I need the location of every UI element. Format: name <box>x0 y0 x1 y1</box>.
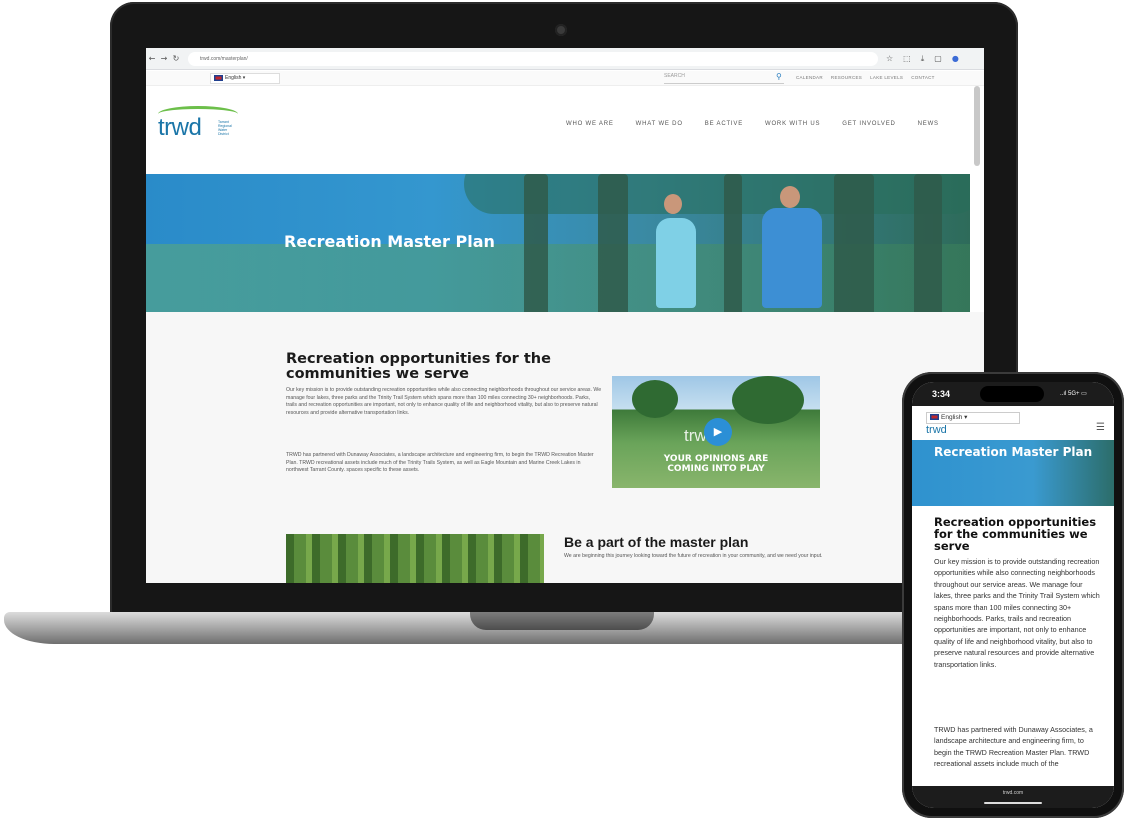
video-caption-line: COMING INTO PLAY <box>667 464 765 474</box>
signal-battery-icon: ..ıl 5G+ ▭ <box>1060 391 1087 397</box>
video-caption-line: YOUR OPINIONS ARE <box>663 454 769 464</box>
hero-tree-trunk <box>598 174 628 312</box>
search-input[interactable]: SEARCH <box>664 73 784 84</box>
laptop-screen: ← → ↻ trwd.com/masterplan/ ☆ ⬚ ⤓ ▢ ● Eng… <box>146 48 984 583</box>
language-label: English <box>225 75 242 81</box>
content-paragraph: TRWD has partnered with Dunaway Associat… <box>286 452 594 474</box>
bookmark-star-icon[interactable]: ☆ <box>886 54 893 64</box>
search-icon[interactable]: ⚲ <box>776 72 782 81</box>
play-icon[interactable]: ▶ <box>704 418 732 446</box>
video-caption: YOUR OPINIONS ARE COMING INTO PLAY <box>612 454 820 474</box>
hero-tree-trunk <box>524 174 548 312</box>
hero-banner: Recreation Master Plan <box>146 174 970 312</box>
video-tree <box>632 380 678 418</box>
phone-time: 3:34 <box>932 389 951 399</box>
phone-heading: Recreation opportunities for the communi… <box>934 515 1097 553</box>
utility-link-resources[interactable]: RESOURCES <box>831 75 862 80</box>
hero-tree-trunk <box>834 174 874 312</box>
phone-screen: 3:34 ..ıl 5G+ ▭ English ▾ trwd ☰ Recreat… <box>912 382 1114 808</box>
nav-news[interactable]: NEWS <box>918 121 939 127</box>
content-paragraph: Our key mission is to provide outstandin… <box>286 387 602 416</box>
part-heading: Be a part of the master plan <box>564 534 749 550</box>
content-section: Recreation opportunities for the communi… <box>146 312 984 583</box>
phone-logo[interactable]: trwd <box>926 424 947 436</box>
download-icon[interactable]: ⤓ <box>921 54 925 64</box>
phone-url-bar[interactable]: trwd.com <box>912 786 1114 808</box>
home-indicator <box>984 802 1042 804</box>
phone-language-select[interactable]: English ▾ <box>926 412 1020 424</box>
profile-avatar-icon[interactable]: ● <box>952 54 959 64</box>
sidepanel-icon[interactable]: ▢ <box>934 54 942 64</box>
hero-tree-trunk <box>724 174 742 312</box>
part-text: We are beginning this journey looking to… <box>564 553 823 559</box>
phone-paragraph: Our key mission is to provide outstandin… <box>934 557 1100 669</box>
hero-tree-trunk <box>914 174 942 312</box>
address-bar[interactable]: trwd.com/masterplan/ <box>188 51 878 66</box>
utility-links: CALENDAR RESOURCES LAKE LEVELS CONTACT <box>796 75 935 80</box>
extensions-icon[interactable]: ⬚ <box>903 54 911 64</box>
video-tree <box>732 376 804 424</box>
nav-what-we-do[interactable]: WHAT WE DO <box>636 121 683 127</box>
video-thumbnail[interactable]: trwd ▶ YOUR OPINIONS ARE COMING INTO PLA… <box>612 376 820 488</box>
hero-walker-man <box>762 208 822 308</box>
phone-language-label: English <box>941 414 963 421</box>
utility-link-contact[interactable]: CONTACT <box>911 75 935 80</box>
hamburger-menu-icon[interactable]: ☰ <box>1096 422 1105 433</box>
nav-who-we-are[interactable]: WHO WE ARE <box>566 121 614 127</box>
forest-image <box>286 534 544 583</box>
content-heading: Recreation opportunities for the communi… <box>286 351 551 382</box>
reload-button[interactable]: ↻ <box>170 54 182 63</box>
logo-wordmark: trwd <box>158 114 202 141</box>
laptop-camera <box>555 24 567 36</box>
site-header: trwd Tarrant Regional Water District WHO… <box>146 86 984 174</box>
phone-paragraph: TRWD has partnered with Dunaway Associat… <box>934 725 1093 769</box>
logo-subtitle: Tarrant Regional Water District <box>218 120 232 136</box>
nav-work-with-us[interactable]: WORK WITH US <box>765 121 820 127</box>
uk-flag-icon <box>930 414 939 421</box>
browser-icons: ☆ ⬚ ⤓ ▢ ● <box>886 54 959 64</box>
language-select[interactable]: English ▾ <box>210 73 280 84</box>
forward-button[interactable]: → <box>158 54 170 63</box>
trwd-logo[interactable]: trwd Tarrant Regional Water District <box>158 106 248 146</box>
utility-link-calendar[interactable]: CALENDAR <box>796 75 823 80</box>
main-nav: WHO WE ARE WHAT WE DO BE ACTIVE WORK WIT… <box>566 121 939 127</box>
page-scrollbar[interactable] <box>974 86 980 166</box>
hero-walker-woman <box>656 218 696 308</box>
back-button[interactable]: ← <box>146 54 158 63</box>
phone-status-bar: 3:34 ..ıl 5G+ ▭ <box>912 382 1114 406</box>
utility-link-lake-levels[interactable]: LAKE LEVELS <box>870 75 903 80</box>
dynamic-island <box>980 386 1044 402</box>
browser-toolbar: ← → ↻ trwd.com/masterplan/ ☆ ⬚ ⤓ ▢ ● <box>146 48 984 70</box>
utility-bar: English ▾ SEARCH ⚲ CALENDAR RESOURCES LA… <box>146 71 984 86</box>
hero-title: Recreation Master Plan <box>284 232 495 251</box>
hero-walker-head <box>780 186 800 208</box>
hero-walker-head <box>664 194 682 214</box>
uk-flag-icon <box>214 74 223 81</box>
phone-hero-title: Recreation Master Plan <box>934 445 1093 459</box>
laptop-notch <box>470 612 654 630</box>
phone-hero: Recreation Master Plan <box>912 440 1114 506</box>
nav-get-involved[interactable]: GET INVOLVED <box>842 121 895 127</box>
nav-be-active[interactable]: BE ACTIVE <box>705 121 743 127</box>
